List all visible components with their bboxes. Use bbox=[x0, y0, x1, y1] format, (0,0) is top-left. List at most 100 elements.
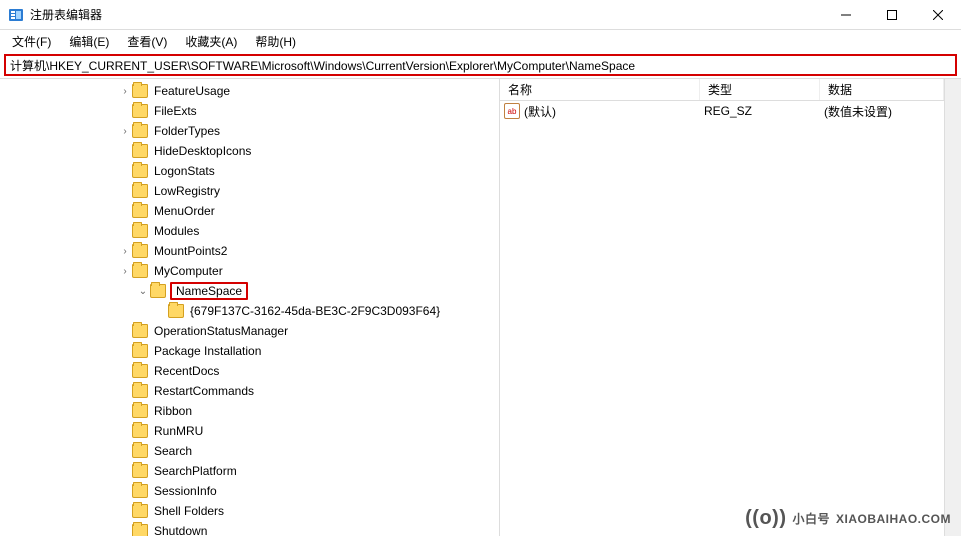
list-body: ab(默认) REG_SZ(数值未设置) bbox=[500, 101, 944, 536]
regedit-icon bbox=[8, 7, 24, 23]
folder-icon bbox=[132, 164, 148, 178]
tree-label: {679F137C-3162-45da-BE3C-2F9C3D093F64} bbox=[188, 304, 442, 318]
list-pane: 名称 类型 数据 ab(默认) REG_SZ(数值未设置) bbox=[500, 79, 944, 536]
content-area: › FeatureUsage FileExts › FolderTypes HideDes… bbox=[0, 78, 961, 536]
tree-node-ribbon[interactable]: Ribbon bbox=[0, 401, 499, 421]
folder-icon bbox=[132, 104, 148, 118]
menu-edit[interactable]: 编辑(E) bbox=[61, 31, 117, 52]
tree-node-foldertypes[interactable]: › FolderTypes bbox=[0, 121, 499, 141]
expander-icon[interactable]: › bbox=[118, 126, 132, 137]
folder-icon bbox=[132, 404, 148, 418]
tree-label: MountPoints2 bbox=[152, 244, 229, 258]
tree-node-fileexts[interactable]: FileExts bbox=[0, 101, 499, 121]
folder-icon bbox=[168, 304, 184, 318]
value-data: (数值未设置) bbox=[824, 103, 944, 120]
tree-label: FeatureUsage bbox=[152, 84, 232, 98]
menu-file[interactable]: 文件(F) bbox=[4, 31, 59, 52]
tree-node-namespace[interactable]: ⌄ NameSpace bbox=[0, 281, 499, 301]
column-type[interactable]: 类型 bbox=[700, 79, 820, 100]
folder-icon bbox=[132, 364, 148, 378]
tree-label: RestartCommands bbox=[152, 384, 256, 398]
tree-node-searchplatform[interactable]: SearchPlatform bbox=[0, 461, 499, 481]
address-bar[interactable]: 计算机\HKEY_CURRENT_USER\SOFTWARE\Microsoft… bbox=[4, 54, 957, 76]
vertical-scrollbar[interactable] bbox=[944, 79, 961, 536]
tree-node-logonstats[interactable]: LogonStats bbox=[0, 161, 499, 181]
folder-icon bbox=[132, 244, 148, 258]
folder-icon bbox=[132, 504, 148, 518]
tree-label: Package Installation bbox=[152, 344, 263, 358]
tree-node-packageinstallation[interactable]: Package Installation bbox=[0, 341, 499, 361]
window-title: 注册表编辑器 bbox=[30, 6, 823, 23]
folder-icon bbox=[150, 284, 166, 298]
folder-icon bbox=[132, 144, 148, 158]
menu-favorites[interactable]: 收藏夹(A) bbox=[177, 31, 245, 52]
menubar: 文件(F) 编辑(E) 查看(V) 收藏夹(A) 帮助(H) bbox=[0, 30, 961, 52]
tree-node-menuorder[interactable]: MenuOrder bbox=[0, 201, 499, 221]
menu-view[interactable]: 查看(V) bbox=[119, 31, 175, 52]
tree-label: Ribbon bbox=[152, 404, 194, 418]
list-row[interactable]: ab(默认) REG_SZ(数值未设置) bbox=[500, 101, 944, 121]
tree-node-lowregistry[interactable]: LowRegistry bbox=[0, 181, 499, 201]
tree-label: FileExts bbox=[152, 104, 199, 118]
tree-node-modules[interactable]: Modules bbox=[0, 221, 499, 241]
tree-node-shutdown[interactable]: Shutdown bbox=[0, 521, 499, 536]
column-data[interactable]: 数据 bbox=[820, 79, 944, 100]
tree-node-featureusage[interactable]: › FeatureUsage bbox=[0, 81, 499, 101]
tree-label: SearchPlatform bbox=[152, 464, 239, 478]
tree-label: RunMRU bbox=[152, 424, 205, 438]
string-value-icon: ab bbox=[504, 103, 520, 119]
tree-label: Shutdown bbox=[152, 524, 209, 536]
tree-label: Modules bbox=[152, 224, 201, 238]
folder-icon bbox=[132, 124, 148, 138]
tree-node-runmru[interactable]: RunMRU bbox=[0, 421, 499, 441]
tree-label: LowRegistry bbox=[152, 184, 222, 198]
folder-icon bbox=[132, 444, 148, 458]
tree-label: MenuOrder bbox=[152, 204, 217, 218]
folder-icon bbox=[132, 484, 148, 498]
tree-node-search[interactable]: Search bbox=[0, 441, 499, 461]
tree-node-recentdocs[interactable]: RecentDocs bbox=[0, 361, 499, 381]
tree-node-hidedesktopicons[interactable]: HideDesktopIcons bbox=[0, 141, 499, 161]
tree-node-sessioninfo[interactable]: SessionInfo bbox=[0, 481, 499, 501]
tree-node-operationstatusmanager[interactable]: OperationStatusManager bbox=[0, 321, 499, 341]
tree-label: RecentDocs bbox=[152, 364, 221, 378]
folder-icon bbox=[132, 524, 148, 536]
tree-label: OperationStatusManager bbox=[152, 324, 290, 338]
expander-icon[interactable]: › bbox=[118, 246, 132, 257]
value-type: REG_SZ bbox=[704, 104, 824, 118]
tree-node-mycomputer[interactable]: › MyComputer bbox=[0, 261, 499, 281]
expander-icon[interactable]: ⌄ bbox=[136, 286, 150, 297]
tree-node-restartcommands[interactable]: RestartCommands bbox=[0, 381, 499, 401]
tree-label: NameSpace bbox=[170, 282, 248, 300]
folder-icon bbox=[132, 84, 148, 98]
column-name[interactable]: 名称 bbox=[500, 79, 700, 100]
tree-label: LogonStats bbox=[152, 164, 217, 178]
folder-icon bbox=[132, 324, 148, 338]
folder-icon bbox=[132, 204, 148, 218]
tree-label: MyComputer bbox=[152, 264, 225, 278]
folder-icon bbox=[132, 384, 148, 398]
expander-icon[interactable]: › bbox=[118, 266, 132, 277]
minimize-button[interactable] bbox=[823, 0, 869, 30]
folder-icon bbox=[132, 344, 148, 358]
tree-label: Search bbox=[152, 444, 194, 458]
value-name: (默认) bbox=[524, 103, 556, 120]
folder-icon bbox=[132, 184, 148, 198]
expander-icon[interactable]: › bbox=[118, 86, 132, 97]
window-controls bbox=[823, 0, 961, 30]
maximize-button[interactable] bbox=[869, 0, 915, 30]
tree-node-mountpoints2[interactable]: › MountPoints2 bbox=[0, 241, 499, 261]
folder-icon bbox=[132, 224, 148, 238]
tree-pane[interactable]: › FeatureUsage FileExts › FolderTypes HideDes… bbox=[0, 79, 500, 536]
folder-icon bbox=[132, 264, 148, 278]
tree-label: SessionInfo bbox=[152, 484, 219, 498]
tree-label: FolderTypes bbox=[152, 124, 222, 138]
close-button[interactable] bbox=[915, 0, 961, 30]
folder-icon bbox=[132, 464, 148, 478]
menu-help[interactable]: 帮助(H) bbox=[247, 31, 304, 52]
tree-label: Shell Folders bbox=[152, 504, 226, 518]
tree-node-679f137c316245dabe3c2f9c3d093f64[interactable]: {679F137C-3162-45da-BE3C-2F9C3D093F64} bbox=[0, 301, 499, 321]
list-header: 名称 类型 数据 bbox=[500, 79, 944, 101]
tree-node-shellfolders[interactable]: Shell Folders bbox=[0, 501, 499, 521]
tree-label: HideDesktopIcons bbox=[152, 144, 253, 158]
